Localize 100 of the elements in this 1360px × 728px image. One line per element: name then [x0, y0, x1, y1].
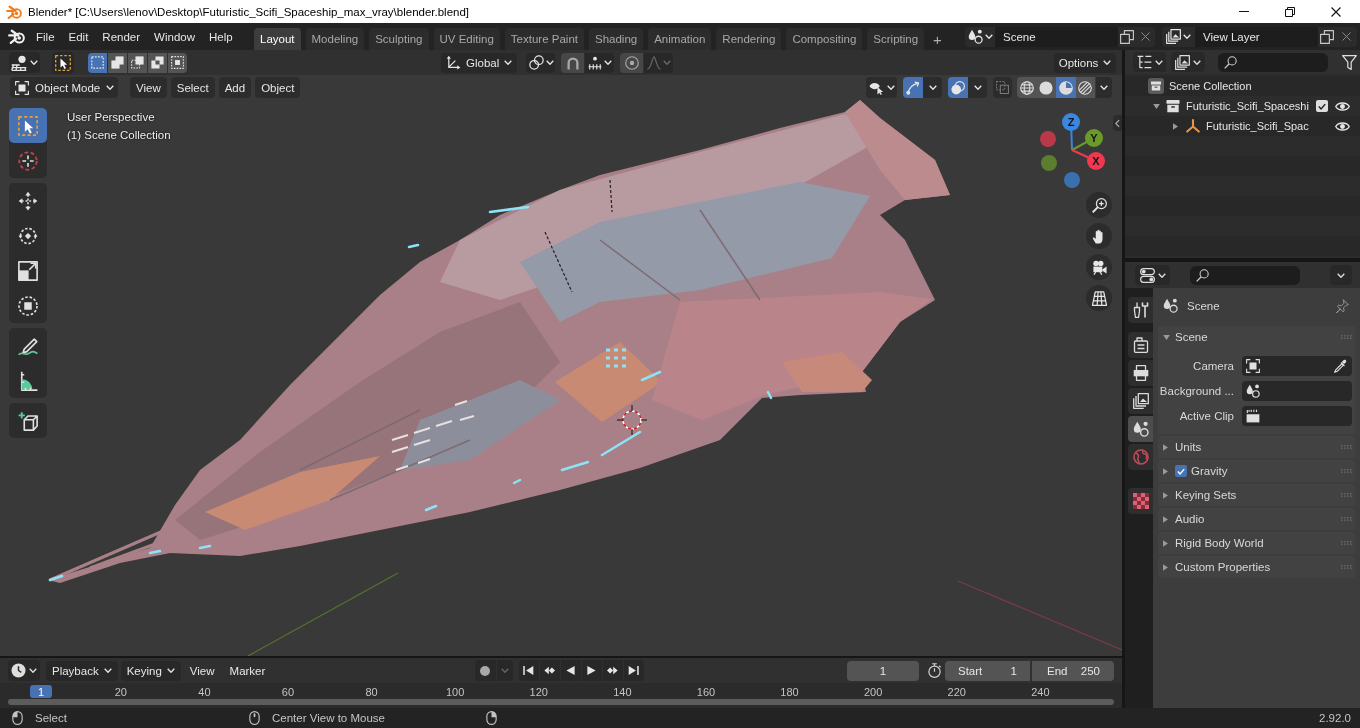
- selection-mode-button[interactable]: [108, 52, 127, 73]
- gizmo-dropdown[interactable]: [923, 77, 942, 98]
- grip-icon[interactable]: [1341, 335, 1352, 339]
- workspace-tab[interactable]: Sculpting: [369, 28, 429, 50]
- close-icon[interactable]: [1331, 6, 1341, 17]
- panel-title[interactable]: Custom Properties: [1175, 561, 1271, 573]
- filter-icon[interactable]: [1342, 54, 1357, 70]
- properties-tab[interactable]: [1128, 388, 1153, 414]
- playback-button[interactable]: [602, 660, 623, 681]
- projection-toggle-button[interactable]: [1086, 285, 1112, 311]
- outliner-item[interactable]: Futuristic_Scifi_Spaceshi: [1186, 100, 1309, 112]
- collapsed-triangle-icon[interactable]: [1173, 122, 1178, 130]
- view-layer-name-field[interactable]: View Layer: [1195, 26, 1318, 47]
- mode-dropdown[interactable]: Object Mode: [10, 77, 118, 98]
- overlays-toggle[interactable]: [948, 77, 968, 98]
- axis-handle[interactable]: Y: [1071, 129, 1103, 151]
- collapsed-triangle-icon[interactable]: [1163, 515, 1168, 523]
- grip-icon[interactable]: [1341, 493, 1352, 497]
- data-field[interactable]: [1242, 356, 1352, 376]
- workspace-tab[interactable]: Layout: [254, 28, 301, 50]
- menu-item[interactable]: File: [29, 26, 62, 47]
- xray-toggle[interactable]: [993, 77, 1012, 98]
- playback-button[interactable]: [581, 660, 602, 681]
- collapsed-triangle-icon[interactable]: [1163, 491, 1168, 499]
- proportional-edit-toggle[interactable]: [620, 52, 643, 73]
- editor-type-dropdown[interactable]: [9, 52, 40, 73]
- zoom-button[interactable]: [1086, 192, 1112, 218]
- axis-handle[interactable]: Z: [1062, 113, 1080, 151]
- panel-title[interactable]: Audio: [1175, 513, 1205, 525]
- options-dropdown[interactable]: [1330, 265, 1352, 285]
- menu-dropdown[interactable]: Keying: [120, 660, 181, 681]
- frame-range-field[interactable]: End 250: [1032, 660, 1114, 681]
- snap-target-dropdown[interactable]: [585, 52, 614, 73]
- panel-title[interactable]: Keying Sets: [1175, 489, 1237, 501]
- collapsed-triangle-icon[interactable]: [1163, 443, 1168, 451]
- stopwatch-icon[interactable]: [927, 663, 942, 678]
- scene-browse-button[interactable]: [965, 26, 995, 47]
- menu-dropdown[interactable]: Playback: [46, 660, 118, 681]
- panel-title[interactable]: Units: [1175, 441, 1202, 453]
- tool-button[interactable]: [9, 108, 47, 143]
- panel-title[interactable]: Scene: [1175, 331, 1208, 343]
- playback-button[interactable]: [560, 660, 581, 681]
- menu-item[interactable]: Add: [218, 77, 252, 98]
- selection-mode-button[interactable]: [148, 52, 167, 73]
- axis-dot-icon[interactable]: [1040, 131, 1056, 147]
- search-field[interactable]: [1218, 52, 1328, 72]
- grip-icon[interactable]: [1341, 517, 1352, 521]
- axis-dot-icon[interactable]: [1064, 172, 1080, 188]
- active-tool-button[interactable]: [52, 51, 74, 74]
- orientation-dropdown[interactable]: Global: [441, 52, 517, 73]
- menu-item[interactable]: Window: [147, 26, 202, 47]
- outliner-item[interactable]: Scene Collection: [1169, 80, 1252, 92]
- grip-icon[interactable]: [1341, 541, 1352, 545]
- workspace-tab[interactable]: Scripting: [867, 28, 925, 50]
- current-frame-marker[interactable]: 1: [30, 685, 52, 698]
- camera-view-button[interactable]: [1086, 254, 1112, 280]
- checkbox[interactable]: [1316, 100, 1328, 112]
- checkbox[interactable]: [1175, 465, 1187, 477]
- collapsed-triangle-icon[interactable]: [1163, 563, 1168, 571]
- scene-cursor-icon[interactable]: [616, 404, 648, 436]
- workspace-tab[interactable]: Rendering: [716, 28, 782, 50]
- spaceship-drawing[interactable]: [48, 100, 950, 583]
- frame-range-field[interactable]: Start 1: [945, 660, 1030, 681]
- scene-name-field[interactable]: Scene: [995, 26, 1118, 47]
- data-field[interactable]: [1242, 381, 1352, 401]
- eyedropper-icon[interactable]: [1334, 359, 1348, 373]
- pan-button[interactable]: [1086, 223, 1112, 249]
- shading-mode-button[interactable]: [1056, 77, 1076, 98]
- expanded-triangle-icon[interactable]: [1153, 103, 1160, 109]
- menu-item[interactable]: Help: [202, 26, 240, 47]
- snap-toggle[interactable]: [561, 52, 584, 73]
- editor-type-dropdown[interactable]: [1133, 52, 1166, 72]
- workspace-tab[interactable]: Modeling: [305, 28, 365, 50]
- playback-button[interactable]: [518, 660, 539, 681]
- search-field[interactable]: [1190, 265, 1300, 285]
- axis-dot-icon[interactable]: [1041, 155, 1057, 171]
- collapsed-triangle-icon[interactable]: [1163, 467, 1168, 475]
- workspace-tab[interactable]: Shading: [589, 28, 644, 50]
- add-workspace-button[interactable]: +: [929, 28, 946, 50]
- falloff-dropdown[interactable]: [644, 52, 673, 73]
- menu-item[interactable]: Marker: [223, 660, 272, 681]
- current-frame-field[interactable]: 1: [847, 660, 919, 681]
- sidebar-toggle[interactable]: [1113, 115, 1122, 131]
- shading-mode-button[interactable]: [1017, 77, 1037, 98]
- pin-icon[interactable]: [1335, 298, 1349, 313]
- grip-icon[interactable]: [1341, 469, 1352, 473]
- panel-title[interactable]: Rigid Body World: [1175, 537, 1264, 549]
- panel-title[interactable]: Gravity: [1191, 465, 1228, 477]
- selection-mode-button[interactable]: [128, 52, 147, 73]
- playback-button[interactable]: [623, 660, 644, 681]
- editor-type-dropdown[interactable]: [8, 660, 40, 681]
- gizmo-toggle[interactable]: [903, 77, 923, 98]
- grip-icon[interactable]: [1341, 445, 1352, 449]
- workspace-tab[interactable]: Compositing: [786, 28, 863, 50]
- duplicate-button[interactable]: [1318, 26, 1336, 47]
- menu-item[interactable]: Object: [255, 77, 301, 98]
- outliner-item[interactable]: Futuristic_Scifi_Spac: [1206, 120, 1309, 132]
- menu-item[interactable]: Render: [95, 26, 148, 47]
- shading-dropdown[interactable]: [1096, 77, 1112, 98]
- blender-logo-icon[interactable]: [8, 28, 25, 45]
